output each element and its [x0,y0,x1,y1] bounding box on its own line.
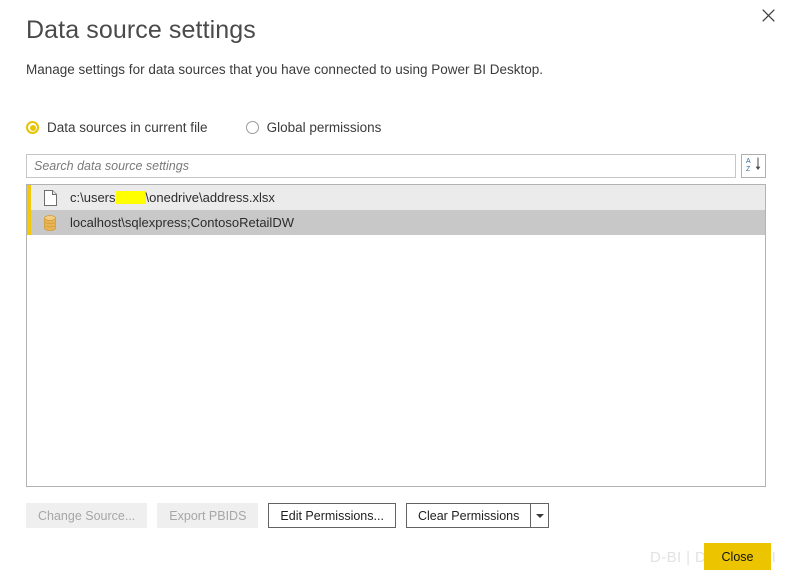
redaction-block [115,191,146,204]
list-item[interactable]: c:\users \onedrive\address.xlsx [27,185,765,210]
clear-permissions-split-button: Clear Permissions [405,503,550,528]
chevron-down-icon [535,513,544,518]
list-item-label-prefix: c:\users [70,190,116,205]
export-pbids-button[interactable]: Export PBIDS [157,503,259,528]
scope-radio-group: Data sources in current file Global perm… [26,120,381,135]
radio-label-current-file: Data sources in current file [47,120,208,135]
svg-text:A: A [746,158,751,165]
edit-permissions-button[interactable]: Edit Permissions... [268,503,396,528]
page-subtitle: Manage settings for data sources that yo… [26,62,544,77]
radio-option-global-permissions[interactable]: Global permissions [245,120,382,135]
svg-text:Z: Z [746,166,751,173]
close-icon [761,8,775,22]
radio-unselected-icon [245,121,259,134]
list-item-label: c:\users \onedrive\address.xlsx [70,190,275,205]
window-close-button[interactable] [745,0,791,30]
radio-option-current-file[interactable]: Data sources in current file [26,120,208,135]
radio-selected-icon [26,121,39,134]
sort-button[interactable]: A Z [741,154,766,178]
close-button[interactable]: Close [704,543,771,570]
list-item-label: localhost\sqlexpress;ContosoRetailDW [70,215,294,230]
file-document-icon [39,189,61,206]
action-button-bar: Change Source... Export PBIDS Edit Permi… [26,503,550,528]
page-title: Data source settings [26,16,256,44]
database-cylinder-icon [39,214,61,231]
radio-label-global-permissions: Global permissions [266,120,382,135]
change-source-button[interactable]: Change Source... [26,503,148,528]
list-item[interactable]: localhost\sqlexpress;ContosoRetailDW [27,210,765,235]
data-source-list[interactable]: c:\users \onedrive\address.xlsx localhost… [26,184,766,487]
sort-az-descending-icon: A Z [745,156,762,176]
search-input[interactable] [26,154,736,178]
search-row: A Z [26,154,766,178]
list-item-label-suffix: \onedrive\address.xlsx [145,190,275,205]
clear-permissions-dropdown-button[interactable] [530,503,550,528]
row-accent-bar [27,185,31,210]
clear-permissions-button[interactable]: Clear Permissions [405,503,531,528]
row-accent-bar [27,210,31,235]
